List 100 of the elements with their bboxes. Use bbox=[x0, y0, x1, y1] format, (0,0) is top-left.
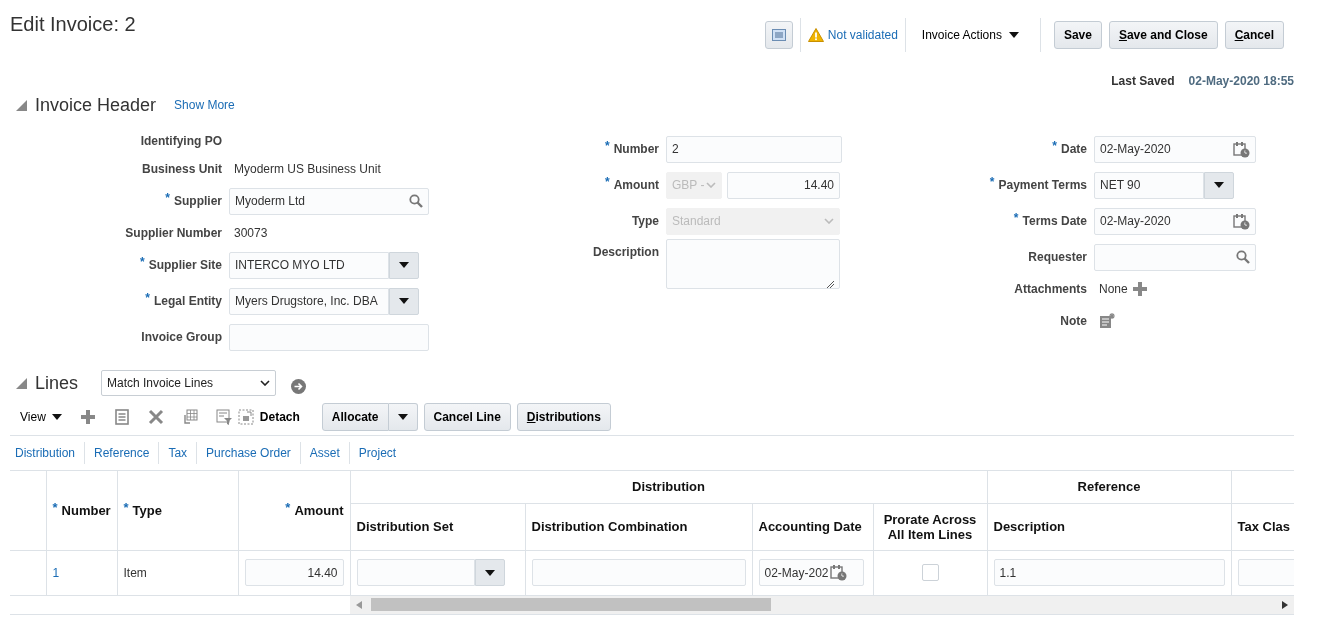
field-label: Number bbox=[613, 142, 659, 156]
required-mark: * bbox=[1013, 211, 1019, 225]
collapse-triangle-icon[interactable] bbox=[16, 377, 27, 389]
field-value: 30073 bbox=[233, 226, 268, 240]
detach-icon bbox=[237, 409, 254, 425]
field-label: Terms Date bbox=[1022, 214, 1087, 228]
action-button[interactable]: Save bbox=[1053, 21, 1102, 49]
arrow-circle-icon[interactable] bbox=[291, 378, 306, 394]
detach-button[interactable]: Detach bbox=[237, 409, 300, 425]
field-label: Type bbox=[631, 214, 659, 228]
dropdown-button[interactable] bbox=[388, 403, 418, 431]
field-label: Business Unit bbox=[142, 162, 222, 176]
last-saved-label: Last Saved bbox=[1111, 74, 1175, 88]
choice-field[interactable]: NET 90 bbox=[1094, 171, 1204, 199]
list-icon-button[interactable] bbox=[764, 21, 793, 49]
action-button[interactable]: Cancel bbox=[1224, 21, 1284, 49]
scroll-right-icon[interactable] bbox=[1282, 600, 1288, 609]
collapse-triangle-icon[interactable] bbox=[16, 99, 27, 111]
add-icon[interactable] bbox=[79, 409, 96, 425]
choice-field[interactable] bbox=[356, 559, 475, 586]
section-title: Lines bbox=[35, 372, 80, 394]
calendar-icon[interactable] bbox=[829, 564, 847, 581]
freeze-icon[interactable] bbox=[181, 409, 198, 425]
amount-field[interactable]: 14.40 bbox=[244, 559, 344, 586]
resize-grip-icon[interactable] bbox=[826, 280, 834, 288]
field-label: Amount bbox=[613, 178, 659, 192]
required-mark: * bbox=[139, 255, 145, 269]
table-cell: Item bbox=[123, 565, 147, 580]
date-field[interactable]: 02-May-2020 bbox=[1094, 207, 1256, 235]
calendar-icon[interactable] bbox=[1233, 212, 1250, 230]
text-field[interactable] bbox=[229, 323, 429, 351]
column-header: Distribution Set bbox=[356, 519, 454, 534]
tab-link[interactable]: Asset bbox=[299, 442, 349, 464]
filter-icon[interactable] bbox=[215, 409, 232, 425]
note-icon[interactable] bbox=[1099, 313, 1115, 329]
column-group-header: Distribution bbox=[632, 479, 705, 495]
list-icon[interactable] bbox=[113, 409, 130, 425]
last-saved-value: 02-May-2020 18:55 bbox=[1188, 74, 1294, 88]
required-mark: * bbox=[1052, 139, 1057, 153]
caret-icon bbox=[397, 414, 408, 420]
tab-link[interactable]: Distribution bbox=[10, 442, 85, 464]
dropdown-button[interactable] bbox=[389, 251, 419, 279]
dropdown-button[interactable] bbox=[389, 287, 419, 315]
invoice-actions-menu[interactable]: Invoice Actions bbox=[912, 28, 1033, 42]
search-field[interactable] bbox=[1094, 243, 1256, 271]
required-mark: * bbox=[145, 291, 150, 305]
validation-status-link[interactable]: Not validated bbox=[807, 28, 898, 42]
tab-link[interactable]: Tax bbox=[158, 442, 197, 464]
chevron-down-icon bbox=[706, 182, 716, 188]
required-mark: * bbox=[165, 191, 170, 205]
required-mark: * bbox=[989, 175, 995, 189]
field-label: Identifying PO bbox=[140, 134, 222, 148]
column-header: Number bbox=[61, 502, 111, 518]
column-header: Prorate Across All Item Lines bbox=[883, 511, 977, 542]
amount-field[interactable]: 14.40 bbox=[727, 171, 840, 199]
show-more-link[interactable]: Show More bbox=[174, 98, 235, 112]
line-number-link[interactable]: 1 bbox=[52, 565, 60, 580]
split-button[interactable]: Allocate bbox=[321, 403, 418, 431]
tab-link[interactable]: Purchase Order bbox=[196, 442, 300, 464]
delete-icon[interactable] bbox=[147, 409, 164, 425]
action-button[interactable]: Cancel Line bbox=[423, 403, 511, 431]
date-field[interactable]: 02-May-2020 bbox=[1094, 135, 1256, 163]
field-label: Supplier Site bbox=[148, 258, 222, 272]
dropdown-button[interactable] bbox=[1204, 171, 1234, 199]
status-text[interactable]: Not validated bbox=[827, 28, 898, 42]
column-header: Description bbox=[993, 519, 1065, 534]
field-label: Supplier bbox=[174, 194, 222, 208]
caret-icon bbox=[484, 569, 495, 576]
field-label: Invoice Group bbox=[141, 330, 222, 344]
add-icon[interactable] bbox=[1132, 282, 1147, 296]
tab-link[interactable]: Project bbox=[348, 442, 406, 464]
page-title: Edit Invoice: 2 bbox=[10, 13, 136, 36]
choice-field[interactable]: INTERCO MYO LTD bbox=[229, 251, 389, 279]
search-icon[interactable] bbox=[409, 194, 423, 208]
action-button[interactable]: Save and Close bbox=[1108, 21, 1218, 49]
checkbox[interactable] bbox=[921, 564, 939, 581]
allocate-button[interactable]: Allocate bbox=[321, 403, 389, 431]
required-mark: * bbox=[52, 499, 58, 515]
tab-link[interactable]: Reference bbox=[84, 442, 159, 464]
text-field[interactable]: 1.1 bbox=[993, 559, 1225, 586]
calendar-icon[interactable] bbox=[1233, 140, 1250, 158]
field-label: Payment Terms bbox=[998, 178, 1087, 192]
caret-icon bbox=[399, 262, 409, 268]
text-field[interactable] bbox=[531, 559, 746, 586]
search-icon[interactable] bbox=[1236, 250, 1250, 264]
search-field[interactable]: Myoderm Ltd bbox=[229, 187, 429, 215]
date-field[interactable]: 02-May-202 bbox=[758, 559, 864, 586]
column-header: Accounting Date bbox=[758, 519, 862, 534]
dropdown-button[interactable] bbox=[474, 559, 505, 586]
caret-icon bbox=[1008, 32, 1019, 38]
choice-field[interactable]: Myers Drugstore, Inc. DBA bbox=[229, 287, 389, 315]
chevron-down-icon bbox=[260, 380, 270, 386]
match-select[interactable]: Match Invoice Lines bbox=[101, 370, 276, 396]
field-label: Date bbox=[1061, 142, 1087, 156]
action-button[interactable]: Distributions bbox=[516, 403, 611, 431]
text-field[interactable]: 2 bbox=[666, 135, 842, 163]
view-menu[interactable]: View bbox=[20, 410, 62, 424]
field-value: None bbox=[1098, 282, 1128, 296]
warning-icon bbox=[807, 28, 824, 42]
scroll-left-icon[interactable] bbox=[356, 600, 362, 609]
